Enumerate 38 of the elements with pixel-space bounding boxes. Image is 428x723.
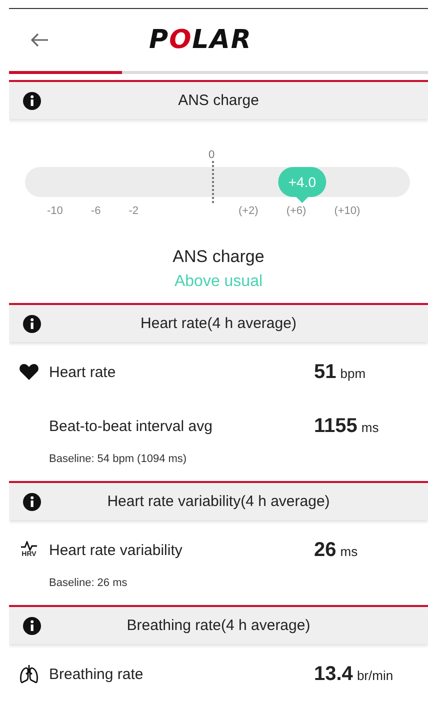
info-icon	[23, 92, 41, 110]
result-status: Above usual	[173, 273, 264, 291]
info-icon	[23, 616, 41, 634]
scale-label: (+6)	[286, 205, 306, 217]
metric-value: 13.4	[314, 662, 353, 684]
info-icon	[23, 314, 41, 332]
section-title: Heart rate variability(4 h average)	[106, 493, 331, 510]
baseline-text: Baseline: 26 ms	[48, 577, 128, 591]
baseline-text: Baseline: 54 bpm (1094 ms)	[48, 453, 188, 467]
section-title: ANS charge	[177, 92, 260, 109]
scale-label: (+2)	[238, 205, 258, 217]
heart-icon	[19, 363, 39, 381]
metric-unit: ms	[340, 544, 358, 558]
metric-unit: br/min	[356, 668, 394, 682]
scale-label: -6	[90, 205, 101, 217]
info-icon	[23, 492, 41, 510]
section-title: Breathing rate(4 h average)	[126, 617, 312, 634]
logo: POLAR	[149, 25, 252, 55]
metric-label: Heart rate variability	[49, 542, 184, 558]
metric-unit: ms	[361, 420, 379, 434]
back-arrow-icon	[31, 33, 49, 47]
metric-value: 51	[314, 360, 336, 382]
pulse-wave-icon	[21, 541, 37, 551]
result-title: ANS charge	[172, 247, 266, 267]
value-bubble: +4.0	[278, 167, 326, 203]
zero-line	[212, 161, 214, 203]
metric-label: Beat-to-beat interval avg	[49, 418, 214, 434]
metric-value: 1155	[314, 414, 358, 436]
metric-label: Heart rate	[49, 364, 117, 380]
zero-label: 0	[207, 149, 216, 163]
section-title: Heart rate(4 h average)	[140, 315, 298, 332]
scale-label: (+10)	[334, 205, 360, 217]
scale-label: -10	[47, 205, 63, 217]
metric-unit: bpm	[340, 366, 366, 380]
metric-value: 26	[314, 538, 336, 560]
lungs-icon	[19, 664, 39, 684]
metric-label: Breathing rate	[49, 666, 144, 682]
scale-label: -2	[128, 205, 138, 217]
